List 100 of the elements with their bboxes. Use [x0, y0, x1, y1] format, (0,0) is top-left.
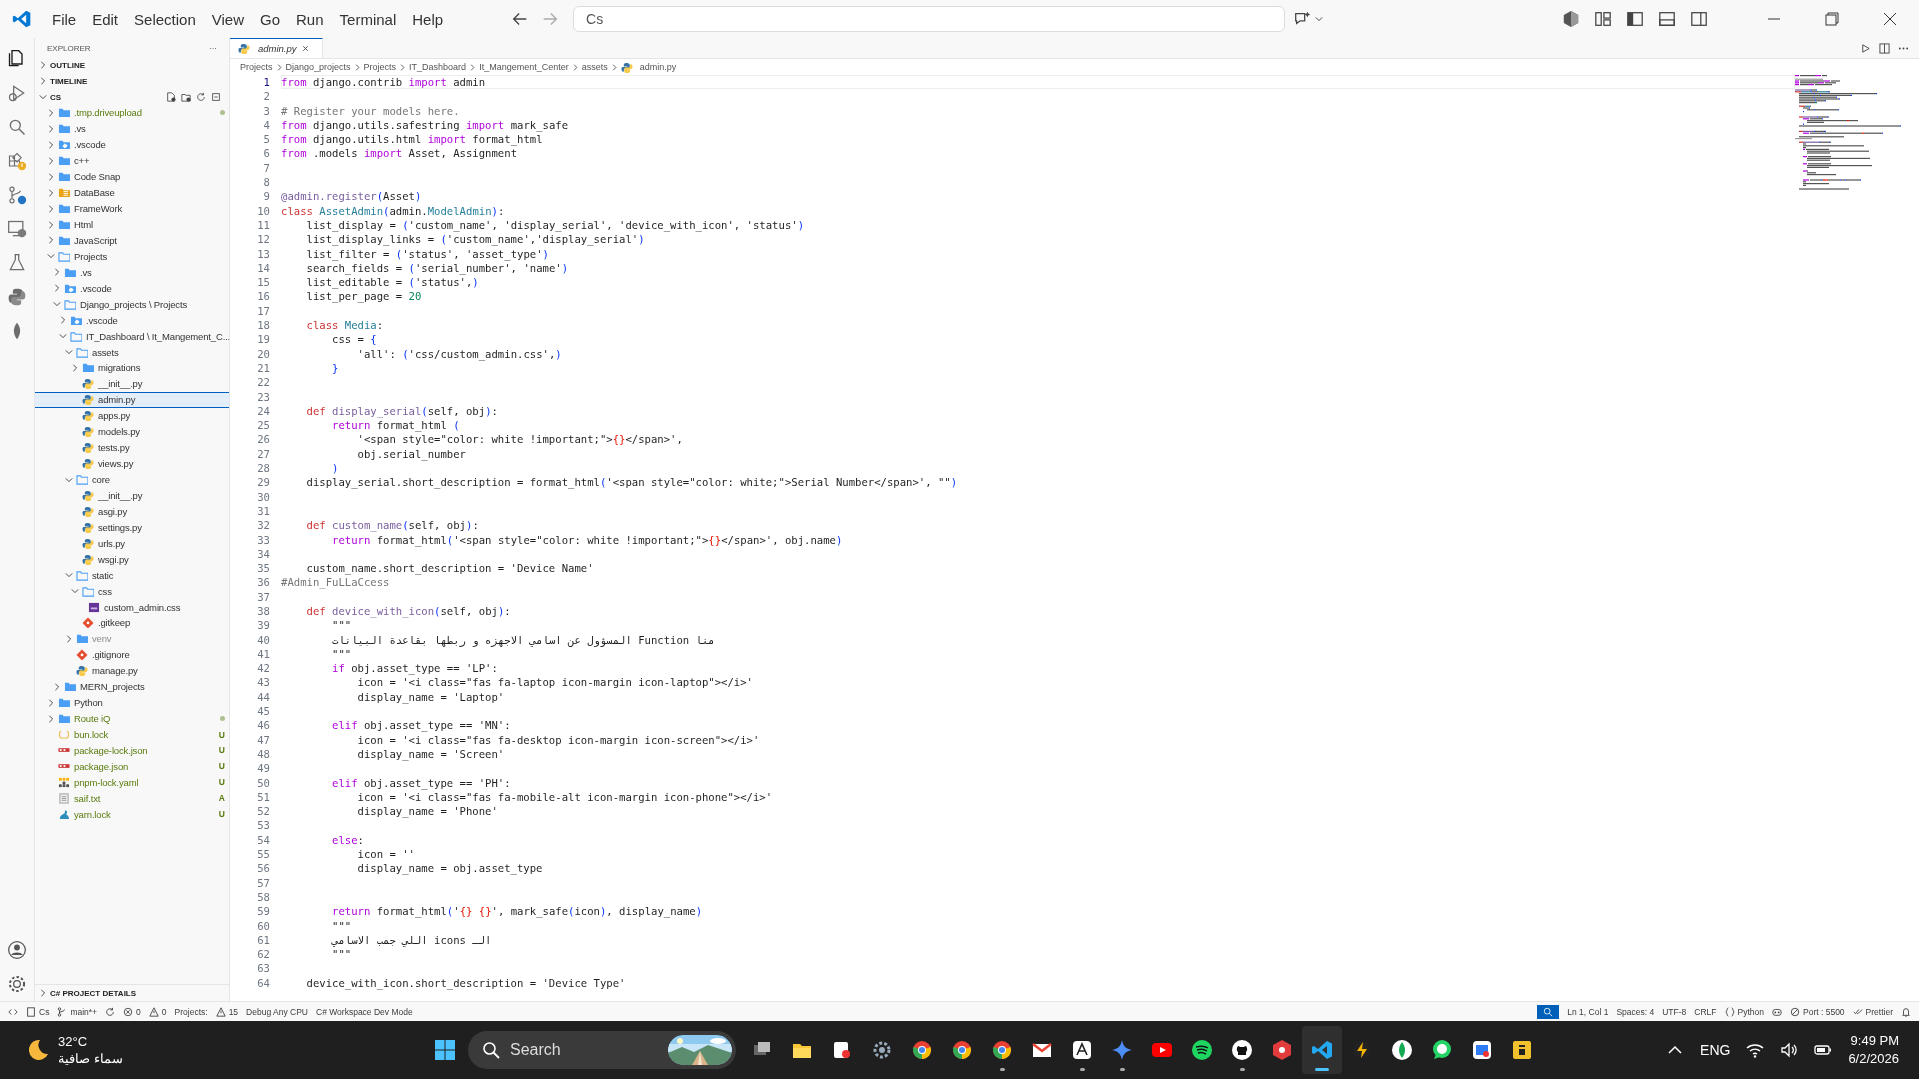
breadcrumb-item[interactable]: Projects — [363, 62, 397, 72]
gear-icon[interactable] — [871, 1039, 893, 1061]
status-item[interactable]: Debug Any CPU — [246, 1006, 308, 1017]
tree-item[interactable]: FrameWork — [35, 200, 229, 217]
menu-item[interactable]: Edit — [84, 6, 127, 32]
tree-item[interactable]: Html — [35, 216, 229, 233]
close-icon[interactable] — [300, 43, 310, 54]
language-indicator[interactable]: ENG — [1700, 1042, 1731, 1058]
chevron-down-icon[interactable] — [59, 332, 67, 341]
section-header[interactable]: TIMELINE — [50, 76, 88, 86]
chevron-down-icon[interactable] — [53, 300, 61, 309]
chrome-icon[interactable] — [951, 1039, 973, 1061]
restore-icon[interactable] — [1825, 12, 1839, 26]
tree-item[interactable]: yarn.lock U — [35, 806, 229, 823]
tree-item[interactable]: wsgi.py — [35, 551, 229, 568]
tree-item[interactable]: urls.py — [35, 535, 229, 552]
section-header[interactable]: C# PROJECT DETAILS — [50, 988, 137, 998]
tree-item[interactable]: Route iQ — [35, 710, 229, 727]
chevron-right-icon[interactable] — [47, 124, 55, 133]
tree-item[interactable]: IT_Dashboard \ It_Mangement_C... — [35, 328, 229, 345]
chevron-right-icon[interactable] — [39, 61, 47, 69]
chevron-right-icon[interactable] — [47, 172, 55, 181]
menu-item[interactable]: Terminal — [331, 6, 405, 32]
status-item[interactable]: Cs — [26, 1006, 50, 1017]
tree-item[interactable]: manage.py — [35, 662, 229, 679]
chevron-right-icon[interactable] — [53, 682, 61, 691]
breadcrumb-item[interactable]: IT_Dashboard — [409, 62, 467, 72]
image-frame-icon[interactable] — [1471, 1039, 1493, 1061]
menu-item[interactable]: Run — [288, 6, 332, 32]
tree-item[interactable]: .vs — [35, 264, 229, 281]
chrome-icon[interactable] — [991, 1039, 1013, 1061]
tree-item[interactable]: saif.txt A — [35, 790, 229, 807]
tree-item[interactable]: Django_projects \ Projects — [35, 296, 229, 313]
tree-item[interactable]: tests.py — [35, 439, 229, 456]
chevron-right-icon[interactable] — [47, 108, 55, 117]
tree-item[interactable]: package-lock.json U — [35, 742, 229, 759]
tree-item[interactable]: settings.py — [35, 519, 229, 536]
breadcrumb-item[interactable]: assets — [581, 62, 608, 72]
tree-item[interactable]: assets — [35, 344, 229, 360]
tree-item[interactable]: migrations — [35, 360, 229, 376]
source-control-icon[interactable] — [7, 185, 27, 205]
editor-tab[interactable]: admin.py — [230, 38, 323, 58]
chevron-right-icon[interactable] — [53, 268, 61, 277]
status-item[interactable]: 0 — [123, 1006, 141, 1017]
chevron-right-icon[interactable] — [53, 284, 61, 293]
status-item[interactable]: Prettier — [1852, 1006, 1893, 1017]
flask-icon[interactable] — [7, 253, 27, 273]
sidebar-left-icon[interactable] — [1626, 10, 1644, 28]
chevron-down-icon[interactable] — [65, 348, 73, 357]
breadcrumb-item[interactable]: It_Mangement_Center — [479, 62, 569, 72]
tree-item[interactable]: css — [35, 583, 229, 600]
sync-icon[interactable] — [105, 1006, 116, 1017]
active-app-tile[interactable] — [1302, 1026, 1342, 1074]
chevron-right-icon[interactable] — [39, 989, 47, 997]
tree-item[interactable]: Python — [35, 694, 229, 711]
chevron-right-icon[interactable] — [47, 204, 55, 213]
chevron-right-icon[interactable] — [71, 363, 79, 372]
sidebar-right-icon[interactable] — [1690, 10, 1708, 28]
account-icon[interactable] — [7, 940, 27, 960]
code-editor-icon[interactable] — [1311, 1039, 1333, 1061]
tree-item[interactable]: apps.py — [35, 407, 229, 424]
chevron-down-icon[interactable] — [65, 571, 73, 580]
tree-item[interactable]: custom_admin.css — [35, 599, 229, 615]
tree-item[interactable]: admin.py — [35, 391, 229, 408]
wifi-icon[interactable] — [1746, 1041, 1765, 1059]
status-item[interactable]: Port : 5500 — [1790, 1006, 1845, 1017]
layout-grid-icon[interactable] — [1594, 10, 1612, 28]
tree-item[interactable]: JavaScript — [35, 232, 229, 249]
status-item[interactable]: Spaces: 4 — [1616, 1006, 1655, 1017]
chevron-right-icon[interactable] — [47, 714, 55, 723]
clock[interactable]: 9:49 PM 6/2/2026 — [1848, 1032, 1899, 1068]
tree-item[interactable]: .vscode — [35, 312, 229, 329]
close-icon[interactable] — [1883, 12, 1897, 26]
chevron-right-icon[interactable] — [39, 77, 47, 85]
chevron-down-icon[interactable] — [39, 93, 47, 101]
tree-item[interactable]: .tmp.driveupload — [35, 105, 229, 121]
new-folder-icon[interactable] — [181, 92, 191, 102]
bell-icon[interactable] — [1901, 1006, 1911, 1017]
tree-item[interactable]: .gitkeep — [35, 615, 229, 631]
hexagon-icon[interactable] — [1271, 1039, 1293, 1061]
status-item[interactable]: UTF-8 — [1662, 1006, 1687, 1017]
chevron-right-icon[interactable] — [47, 698, 55, 707]
menu-item[interactable]: Selection — [126, 6, 204, 32]
command-center-field[interactable]: Cs — [573, 6, 1286, 32]
extensions-icon[interactable] — [7, 151, 27, 171]
python-icon[interactable] — [7, 287, 27, 307]
chevron-right-icon[interactable] — [47, 220, 55, 229]
tree-item[interactable]: .vscode — [35, 280, 229, 297]
hexagon-icon[interactable] — [1562, 10, 1580, 28]
sparkle-icon[interactable] — [1111, 1039, 1133, 1061]
refresh-icon[interactable] — [196, 92, 206, 102]
tree-item[interactable]: DataBase — [35, 184, 229, 201]
menu-item[interactable]: File — [44, 6, 85, 32]
tree-item[interactable]: .vs — [35, 120, 229, 137]
tree-item[interactable]: core — [35, 471, 229, 488]
chat-bubble-icon[interactable] — [1431, 1039, 1453, 1061]
chevron-down-icon[interactable] — [47, 252, 55, 261]
zoom-button[interactable] — [1537, 1004, 1560, 1019]
section-header[interactable]: CS — [50, 92, 62, 102]
status-item[interactable]: 0 — [148, 1006, 167, 1017]
